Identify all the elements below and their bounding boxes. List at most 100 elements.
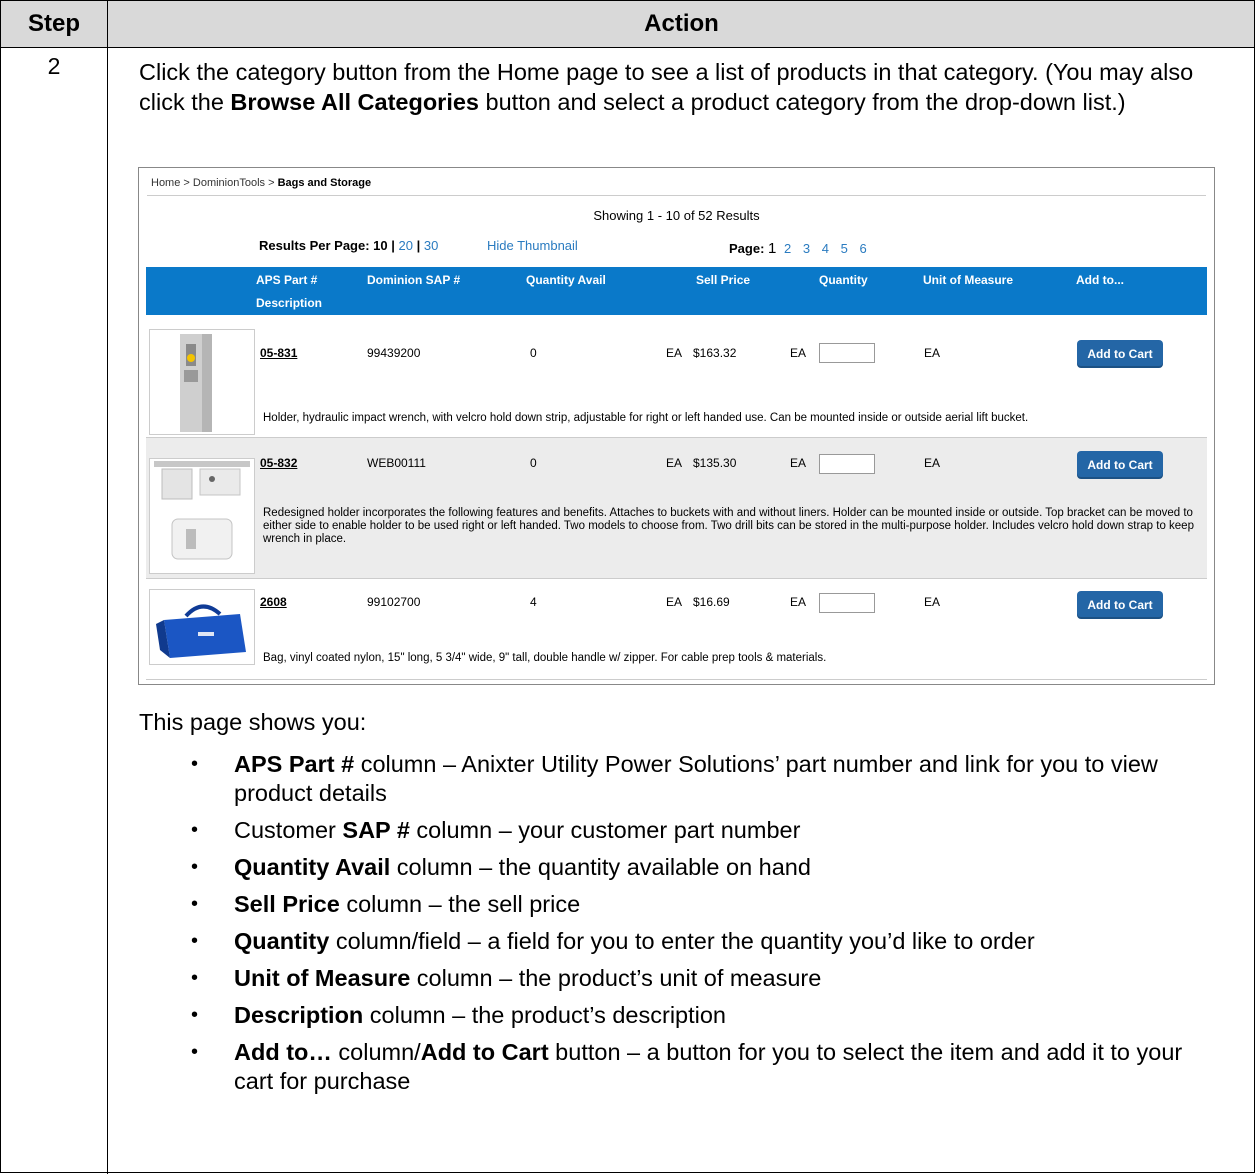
product-row: 05-831 99439200 0 EA $163.32 EA EA Add t…	[146, 315, 1207, 438]
bullet-text: column – the sell price	[339, 891, 581, 917]
price-uom: EA	[666, 346, 683, 360]
page-link[interactable]: 5	[841, 241, 848, 256]
bullet-text: column/field – a field for you to enter …	[329, 928, 1035, 954]
sell-price: $163.32	[693, 346, 737, 360]
shows-heading: This page shows you:	[139, 709, 367, 735]
product-description: Redesigned holder incorporates the follo…	[263, 507, 1194, 545]
list-item: Sell Price column – the sell price	[191, 890, 1221, 919]
quantity-input[interactable]	[819, 454, 875, 474]
bullet-text: column – the quantity available on hand	[390, 854, 811, 880]
product-thumbnail[interactable]	[149, 458, 255, 574]
document-page: Step Action 2 Click the category button …	[0, 0, 1255, 1174]
list-item: Customer SAP # column – your customer pa…	[191, 816, 1221, 845]
per-page-option-30[interactable]: 30	[424, 238, 438, 253]
add-to-cart-button[interactable]: Add to Cart	[1077, 591, 1163, 619]
product-row: 2608 99102700 4 EA $16.69 EA EA Add to C…	[146, 579, 1207, 680]
col-uom[interactable]: Unit of Measure	[923, 273, 1013, 287]
page-current: 1	[768, 240, 777, 257]
bullet-bold: Add to…	[234, 1039, 332, 1065]
breadcrumb-sep: >	[265, 177, 278, 189]
page-link[interactable]: 6	[859, 241, 866, 256]
breadcrumb-home[interactable]: Home	[151, 177, 180, 189]
list-item: Add to… column/Add to Cart button – a bu…	[191, 1038, 1221, 1096]
bullet-bold: Unit of Measure	[234, 965, 411, 991]
qty-uom: EA	[790, 346, 807, 360]
list-item: APS Part # column – Anixter Utility Powe…	[191, 750, 1221, 808]
sap-number: 99439200	[367, 346, 421, 360]
bullet-bold: SAP #	[342, 817, 410, 843]
part-number-link[interactable]: 05-831	[260, 346, 297, 360]
part-number-link[interactable]: 2608	[260, 595, 287, 609]
bullet-bold: Add to Cart	[420, 1039, 549, 1065]
intro-text-2: button and select a product category fro…	[479, 89, 1126, 115]
product-row: 05-832 WEB00111 0 EA $135.30 EA EA Add t…	[146, 438, 1207, 579]
qty-avail: 0	[530, 346, 537, 360]
wrench-holder-image	[150, 459, 254, 573]
add-to-cart-button[interactable]: Add to Cart	[1077, 340, 1163, 368]
table-header-row: Step Action	[1, 1, 1254, 48]
bullet-text: column – Anixter Utility Power Solutions…	[234, 751, 1158, 806]
col-quantity: Quantity	[819, 273, 868, 287]
bullet-bold: Quantity Avail	[234, 854, 391, 880]
col-qty-avail[interactable]: Quantity Avail	[526, 273, 606, 287]
col-aps-part[interactable]: APS Part #	[256, 273, 317, 287]
per-page-option-20[interactable]: 20	[399, 238, 413, 253]
sap-number: 99102700	[367, 595, 421, 609]
breadcrumb: Home > DominionTools > Bags and Storage	[151, 177, 371, 189]
procedure-table: Step Action 2 Click the category button …	[0, 0, 1255, 1174]
unit-of-measure: EA	[924, 346, 941, 360]
add-to-cart-button[interactable]: Add to Cart	[1077, 451, 1163, 479]
intro-bold: Browse All Categories	[230, 89, 479, 115]
bullet-bold: Quantity	[234, 928, 330, 954]
quantity-input[interactable]	[819, 593, 875, 613]
page-link[interactable]: 3	[803, 241, 810, 256]
results-table-header: APS Part # Description Dominion SAP # Qu…	[146, 267, 1207, 315]
sell-price: $16.69	[693, 595, 730, 609]
breadcrumb-current: Bags and Storage	[277, 177, 372, 189]
list-item: Description column – the product’s descr…	[191, 1001, 1221, 1030]
bullet-mid: column/	[331, 1039, 421, 1065]
col-sell-price[interactable]: Sell Price	[696, 273, 750, 287]
page-link[interactable]: 2	[784, 241, 791, 256]
price-uom: EA	[666, 595, 683, 609]
bullet-text: column – the product’s description	[363, 1002, 726, 1028]
product-thumbnail[interactable]	[149, 589, 255, 665]
column-divider	[107, 1, 108, 1174]
list-item: Quantity column/field – a field for you …	[191, 927, 1221, 956]
bullet-prefix: Customer	[234, 817, 343, 843]
sell-price: $135.30	[693, 456, 737, 470]
qty-uom: EA	[790, 595, 807, 609]
wrench-holder-image	[150, 330, 254, 434]
unit-of-measure: EA	[924, 456, 941, 470]
col-sap[interactable]: Dominion SAP #	[367, 273, 460, 287]
quantity-input[interactable]	[819, 343, 875, 363]
unit-of-measure: EA	[924, 595, 941, 609]
per-page-option-10[interactable]: 10	[373, 238, 387, 253]
header-action: Action	[644, 10, 719, 37]
results-per-page-label: Results Per Page:	[259, 238, 370, 253]
bullet-bold: Description	[234, 1002, 364, 1028]
hide-thumbnail-link[interactable]: Hide Thumbnail	[487, 238, 578, 253]
list-item: Unit of Measure column – the product’s u…	[191, 964, 1221, 993]
results-count: Showing 1 - 10 of 52 Results	[593, 208, 760, 223]
product-thumbnail[interactable]	[149, 329, 255, 435]
breadcrumb-level1[interactable]: DominionTools	[193, 177, 265, 189]
col-description[interactable]: Description	[256, 296, 322, 310]
qty-uom: EA	[790, 456, 807, 470]
page-label: Page:	[729, 241, 765, 256]
part-number-link[interactable]: 05-832	[260, 456, 297, 470]
tool-bag-image	[150, 590, 254, 664]
pagination: Page: 1 2 3 4 5 6	[729, 240, 875, 257]
price-uom: EA	[666, 456, 683, 470]
bullet-bold: Sell Price	[234, 891, 340, 917]
intro-paragraph: Click the category button from the Home …	[139, 57, 1229, 117]
list-item: Quantity Avail column – the quantity ava…	[191, 853, 1221, 882]
embedded-screenshot: Home > DominionTools > Bags and Storage …	[138, 167, 1215, 685]
product-description: Holder, hydraulic impact wrench, with ve…	[263, 412, 1029, 424]
breadcrumb-sep: >	[180, 177, 193, 189]
feature-list: APS Part # column – Anixter Utility Powe…	[191, 750, 1221, 1096]
page-link[interactable]: 4	[822, 241, 829, 256]
sap-number: WEB00111	[367, 456, 426, 470]
bullet-text: column – your customer part number	[409, 817, 801, 843]
breadcrumb-divider	[147, 195, 1206, 196]
